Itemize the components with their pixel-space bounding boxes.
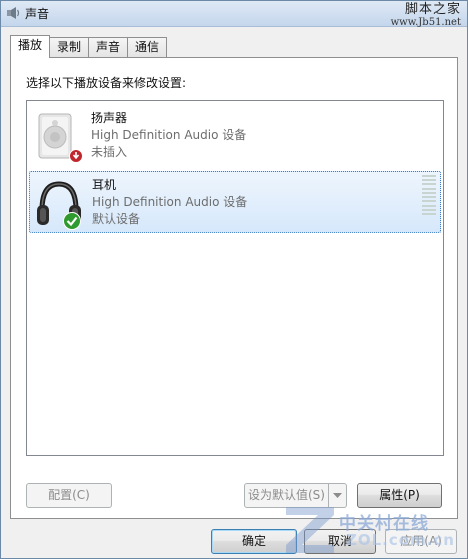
device-description: High Definition Audio 设备 xyxy=(91,128,247,142)
site-watermark: 脚本之家 www.Jb51.net xyxy=(379,3,461,35)
tab-communications[interactable]: 通信 xyxy=(128,37,168,58)
cancel-button[interactable]: 取消 xyxy=(304,529,376,554)
tab-recording[interactable]: 录制 xyxy=(50,37,90,58)
device-item-speakers[interactable]: 扬声器 High Definition Audio 设备 未插入 xyxy=(29,105,441,167)
instruction-text: 选择以下播放设备来修改设置: xyxy=(26,76,187,90)
chevron-down-icon xyxy=(333,493,342,498)
device-item-headphones[interactable]: 耳机 High Definition Audio 设备 默认设备 xyxy=(29,171,441,233)
device-status: 默认设备 xyxy=(92,212,141,226)
sound-dialog: 声音 脚本之家 www.Jb51.net 播放 录制 声音 通信 选择以下播放设… xyxy=(0,0,468,559)
tab-strip: 播放 录制 声音 通信 xyxy=(10,35,168,58)
site-watermark-url: www.Jb51.net xyxy=(390,17,461,28)
playback-panel: 选择以下播放设备来修改设置: 扬声器 High Definition Audio… xyxy=(10,57,458,519)
unplugged-badge-icon xyxy=(69,149,83,163)
set-default-button[interactable]: 设为默认值(S) xyxy=(244,483,329,508)
volume-level-meter xyxy=(422,175,436,215)
tab-sounds[interactable]: 声音 xyxy=(89,37,129,58)
device-name: 耳机 xyxy=(92,178,117,192)
device-list[interactable]: 扬声器 High Definition Audio 设备 未插入 耳机 High… xyxy=(26,100,444,456)
device-status: 未插入 xyxy=(91,145,128,159)
default-checkmark-icon xyxy=(63,212,81,230)
apply-button[interactable]: 应用(A) xyxy=(385,529,457,554)
properties-button[interactable]: 属性(P) xyxy=(357,483,442,508)
ok-button[interactable]: 确定 xyxy=(211,529,297,554)
sound-app-icon xyxy=(7,7,20,19)
set-default-dropdown-arrow[interactable] xyxy=(329,483,347,508)
tab-playback[interactable]: 播放 xyxy=(10,35,51,58)
device-name: 扬声器 xyxy=(91,111,128,125)
device-description: High Definition Audio 设备 xyxy=(92,195,248,209)
site-watermark-name: 脚本之家 xyxy=(404,2,461,17)
window-title: 声音 xyxy=(25,7,50,21)
configure-button[interactable]: 配置(C) xyxy=(26,483,112,508)
title-bar[interactable]: 声音 脚本之家 www.Jb51.net xyxy=(1,1,467,28)
